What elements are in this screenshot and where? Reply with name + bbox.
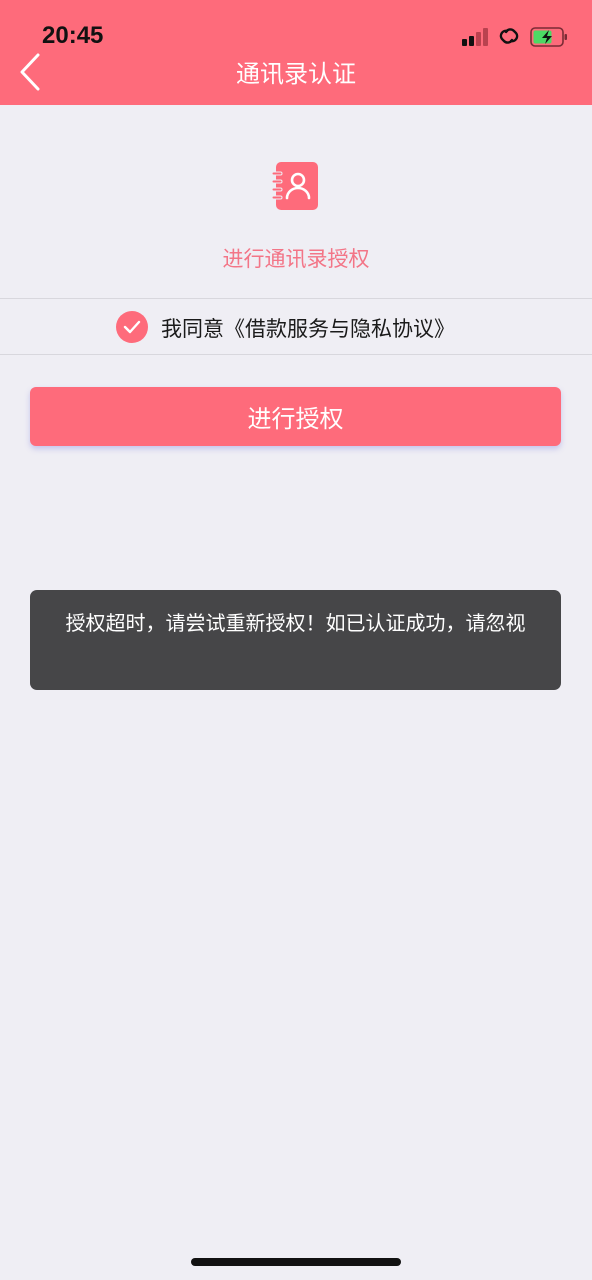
agreement-checkbox[interactable] [116,311,148,343]
header-bar: 20:45 通讯录认证 [0,0,592,105]
status-time: 20:45 [42,22,104,49]
home-indicator[interactable] [191,1258,401,1266]
battery-charging-icon [530,27,567,47]
contact-book-icon [271,162,318,210]
agreement-row: 我同意《借款服务与隐私协议》 [0,298,592,355]
cellular-signal-icon [462,28,490,46]
link-icon [499,28,519,44]
authorize-button[interactable]: 进行授权 [30,387,561,446]
contacts-auth-label: 进行通讯录授权 [222,247,370,271]
agreement-link[interactable]: 我同意《借款服务与隐私协议》 [161,313,455,343]
page-title: 通讯录认证 [236,60,356,88]
toast-message: 授权超时，请尝试重新授权！如已认证成功，请忽视 [30,590,561,690]
checkmark-icon [123,320,141,334]
screen: 20:45 通讯录认证 进行通讯录授权 我同意《借款服务与隐私协议》 进行授权 … [0,0,592,1280]
